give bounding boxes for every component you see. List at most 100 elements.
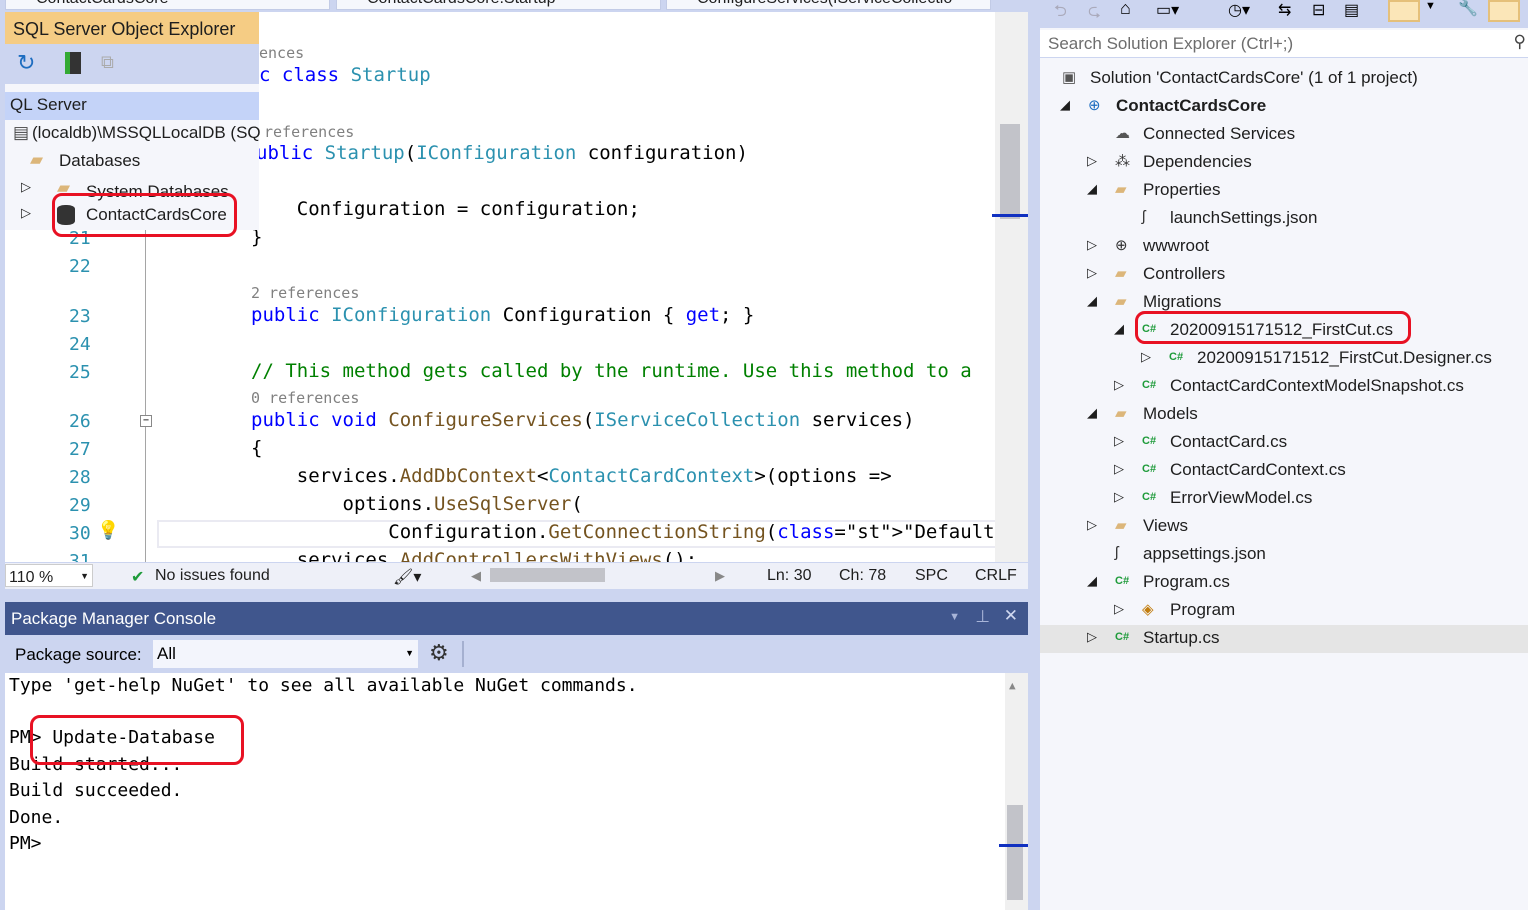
tree-item-server[interactable]: ▤ (localdb)\MSSQLLocalDB (SQ [5, 120, 261, 148]
expand-arrow-icon[interactable]: ▷ [1114, 433, 1124, 449]
solution-tree-item[interactable]: ▷ ⊕ wwwroot [1040, 233, 1528, 261]
collapse-arrow-icon[interactable]: ◢ [1087, 573, 1097, 589]
expand-arrow-icon: ▷ [21, 179, 31, 194]
collapse-toggle[interactable]: − [140, 415, 152, 427]
tree-item-label: ContactCard.cs [1170, 432, 1288, 451]
switch-views-icon[interactable]: ▭▾ [1156, 0, 1179, 20]
solution-tree-item[interactable]: ▷ ▰ Controllers [1040, 261, 1528, 289]
solution-tree-item[interactable]: ◢ ⊕ ContactCardsCore [1040, 93, 1528, 121]
console-title-bar: Package Manager Console ▼ ⊥ ✕ [5, 602, 1028, 635]
solution-tree-item[interactable]: ▷ C# ContactCard.cs [1040, 429, 1528, 457]
zoom-dropdown[interactable]: 110 % ▼ [5, 564, 93, 587]
expand-arrow-icon[interactable]: ▷ [1087, 517, 1097, 533]
solution-tree-item[interactable]: ▷ ▰ Views [1040, 513, 1528, 541]
back-icon[interactable]: ⮌ [1054, 0, 1067, 27]
properties-wrench-icon[interactable]: 🔧 [1458, 0, 1478, 18]
package-source-label: Package source: [15, 645, 142, 664]
history-icon[interactable]: ◷▾ [1228, 0, 1250, 20]
expand-arrow-icon[interactable]: ▷ [1114, 377, 1124, 393]
expand-arrow-icon[interactable]: ▷ [1114, 489, 1124, 505]
console-line: Type 'get-help NuGet' to see all availab… [9, 675, 638, 696]
codelens[interactable]: 2 references [251, 284, 359, 302]
horizontal-scroll-thumb[interactable] [490, 568, 605, 582]
tree-item-sql-server[interactable]: QL Server [5, 92, 259, 120]
tree-item-label: Migrations [1143, 292, 1222, 311]
collapse-arrow-icon[interactable]: ◢ [1060, 97, 1070, 113]
collapse-arrow-icon[interactable]: ◢ [1087, 405, 1097, 421]
solution-tree-item[interactable]: ▷ C# ContactCardContextModelSnapshot.cs [1040, 373, 1528, 401]
scroll-right-icon[interactable]: ▶ [715, 568, 725, 584]
show-all-files-icon[interactable]: ▤ [1344, 0, 1359, 20]
solution-search-input[interactable]: Search Solution Explorer (Ctrl+;) ⚲ [1040, 30, 1528, 58]
lightbulb-icon[interactable]: 💡 [97, 520, 119, 541]
pin-icon[interactable]: ⊥ [975, 607, 990, 627]
solution-tree-item[interactable]: ▷ ◈ Program [1040, 597, 1528, 625]
tab-project[interactable]: ContactCardsCore [5, 0, 330, 10]
tree-item-label: Dependencies [1143, 152, 1252, 171]
tree-item-label: Views [1143, 516, 1189, 535]
collapse-all-icon[interactable]: ⊟ [1312, 0, 1325, 20]
pending-changes-icon[interactable] [1488, 0, 1520, 22]
add-server-icon[interactable] [65, 52, 81, 74]
solution-tree-item[interactable]: ▣ Solution 'ContactCardsCore' (1 of 1 pro… [1040, 65, 1528, 93]
dropdown-icon[interactable]: ▼ [1425, 0, 1436, 12]
console-output[interactable]: Type 'get-help NuGet' to see all availab… [5, 673, 1028, 910]
collapse-arrow-icon[interactable]: ◢ [1114, 321, 1124, 337]
settings-gear-icon[interactable]: ⚙ [429, 640, 449, 666]
collapse-arrow-icon[interactable]: ◢ [1087, 181, 1097, 197]
package-source-dropdown[interactable]: All ▼ [153, 640, 418, 668]
line-indicator: Ln: 30 [767, 567, 812, 584]
solution-tree-item[interactable]: ◢ C# Program.cs [1040, 569, 1528, 597]
refresh-icon[interactable]: ↻ [17, 50, 35, 76]
preview-selected-icon[interactable] [1388, 0, 1420, 22]
solution-tree-item[interactable]: ▷ ⁂ Dependencies [1040, 149, 1528, 177]
dropdown-icon[interactable]: ▼ [949, 611, 960, 623]
expand-arrow-icon[interactable]: ▷ [1087, 629, 1097, 645]
issues-status[interactable]: No issues found [155, 567, 270, 585]
tree-item-label: Properties [1143, 180, 1221, 199]
solution-tree-item[interactable]: ☁ Connected Services [1040, 121, 1528, 149]
editor-status-bar: 110 % ▼ ✔ No issues found 🖌▾ ◀ ▶ Ln: 30 C… [5, 563, 1028, 589]
server-icon: ▤ [13, 123, 30, 142]
solution-tree-item[interactable]: ʃ appsettings.json [1040, 541, 1528, 569]
solution-tree-item[interactable]: ▷ C# ErrorViewModel.cs [1040, 485, 1528, 513]
codelens[interactable]: 0 references [251, 389, 359, 407]
close-icon[interactable]: ✕ [1004, 606, 1018, 626]
editor-vertical-scrollbar[interactable] [992, 12, 1028, 562]
expand-arrow-icon[interactable]: ▷ [1087, 153, 1097, 169]
collapse-arrow-icon[interactable]: ◢ [1087, 293, 1097, 309]
home-icon[interactable]: ⌂ [1120, 0, 1131, 19]
line-number: 23 [69, 306, 91, 327]
codelens[interactable]: ences [259, 44, 304, 62]
tree-item-databases[interactable]: ▰ Databases [5, 148, 259, 176]
console-scrollbar[interactable]: ▲ [999, 673, 1028, 910]
tab-configure-services[interactable]: ConfigureServices(IServiceCollectio [666, 0, 991, 10]
code-line: public void ConfigureServices(IServiceCo… [251, 409, 915, 431]
panel-title[interactable]: SQL Server Object Explorer ▼ [5, 12, 259, 59]
brush-icon[interactable]: 🖌▾ [393, 567, 421, 587]
whitespace-indicator: SPC [915, 567, 948, 584]
solution-tree-item[interactable]: ▷ C# 20200915171512_FirstCut.Designer.cs [1040, 345, 1528, 373]
solution-tree-item[interactable]: ◢ ▰ Properties [1040, 177, 1528, 205]
forward-icon[interactable]: ⮎ [1088, 0, 1101, 27]
scroll-left-icon[interactable]: ◀ [471, 568, 481, 584]
codelens[interactable]: references [264, 123, 354, 141]
expand-arrow-icon[interactable]: ▷ [1087, 237, 1097, 253]
scroll-thumb[interactable] [1000, 124, 1020, 219]
globe-icon: ⊕ [1115, 237, 1128, 254]
expand-arrow-icon[interactable]: ▷ [1114, 601, 1124, 617]
solution-tree-item[interactable]: ▷ C# ContactCardContext.cs [1040, 457, 1528, 485]
sync-icon[interactable]: ⇆ [1278, 0, 1291, 20]
solution-tree-item[interactable]: ▷ C# Startup.cs [1040, 625, 1528, 653]
expand-arrow-icon[interactable]: ▷ [1087, 265, 1097, 281]
connected-services-icon: ☁ [1115, 125, 1130, 142]
expand-arrow-icon[interactable]: ▷ [1141, 349, 1151, 365]
new-query-icon[interactable]: ⧉ [101, 52, 114, 73]
tree-item-label: appsettings.json [1143, 544, 1266, 563]
expand-arrow-icon[interactable]: ▷ [1114, 461, 1124, 477]
solution-tree-item[interactable]: ◢ ▰ Models [1040, 401, 1528, 429]
code-line: { [251, 437, 263, 459]
tab-startup[interactable]: ContactCardsCore.Startup [336, 0, 661, 10]
folder-icon: ▰ [1115, 517, 1127, 534]
solution-tree-item[interactable]: ʃ launchSettings.json [1040, 205, 1528, 233]
